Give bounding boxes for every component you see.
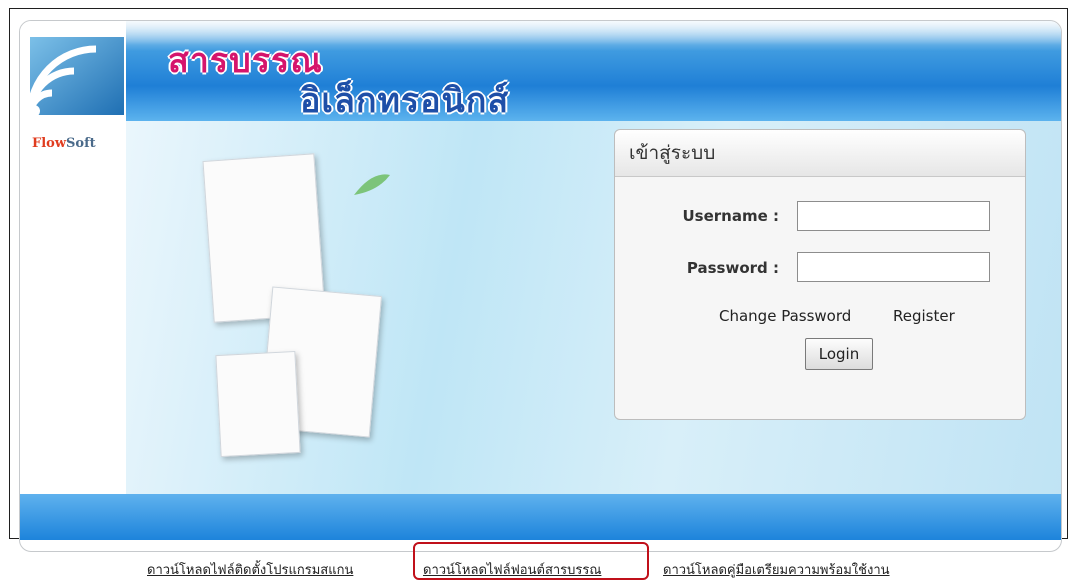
download-manual-link[interactable]: ดาวน์โหลดคู่มือเตรียมความพร้อมใช้งาน: [663, 559, 890, 580]
flowsoft-logo-text: FlowSoft: [32, 136, 96, 151]
app-title-line2: อิเล็กทรอนิกส์: [300, 81, 510, 121]
logo-text-soft: Soft: [66, 136, 96, 151]
username-label: Username :: [682, 207, 779, 225]
login-box: เข้าสู่ระบบ Username : Password : Change…: [614, 129, 1026, 420]
login-button[interactable]: Login: [805, 338, 873, 370]
logo-text-flow: Flow: [32, 136, 67, 151]
flowsoft-logo-mark: [20, 21, 126, 121]
password-label: Password :: [686, 259, 779, 277]
leaf-icon: [354, 174, 390, 195]
password-input[interactable]: [797, 252, 990, 282]
certificate-image: [215, 350, 301, 458]
signal-arcs-icon: [26, 37, 124, 117]
login-heading: เข้าสู่ระบบ: [615, 130, 1025, 177]
username-input[interactable]: [797, 201, 990, 231]
footer-bar: [20, 494, 1061, 540]
change-password-link[interactable]: Change Password: [719, 307, 851, 325]
register-link[interactable]: Register: [893, 307, 955, 325]
highlight-box: [413, 542, 649, 580]
download-scan-program-link[interactable]: ดาวน์โหลดไฟล์ติดตั้งโปรแกรมสแกน: [147, 559, 353, 580]
